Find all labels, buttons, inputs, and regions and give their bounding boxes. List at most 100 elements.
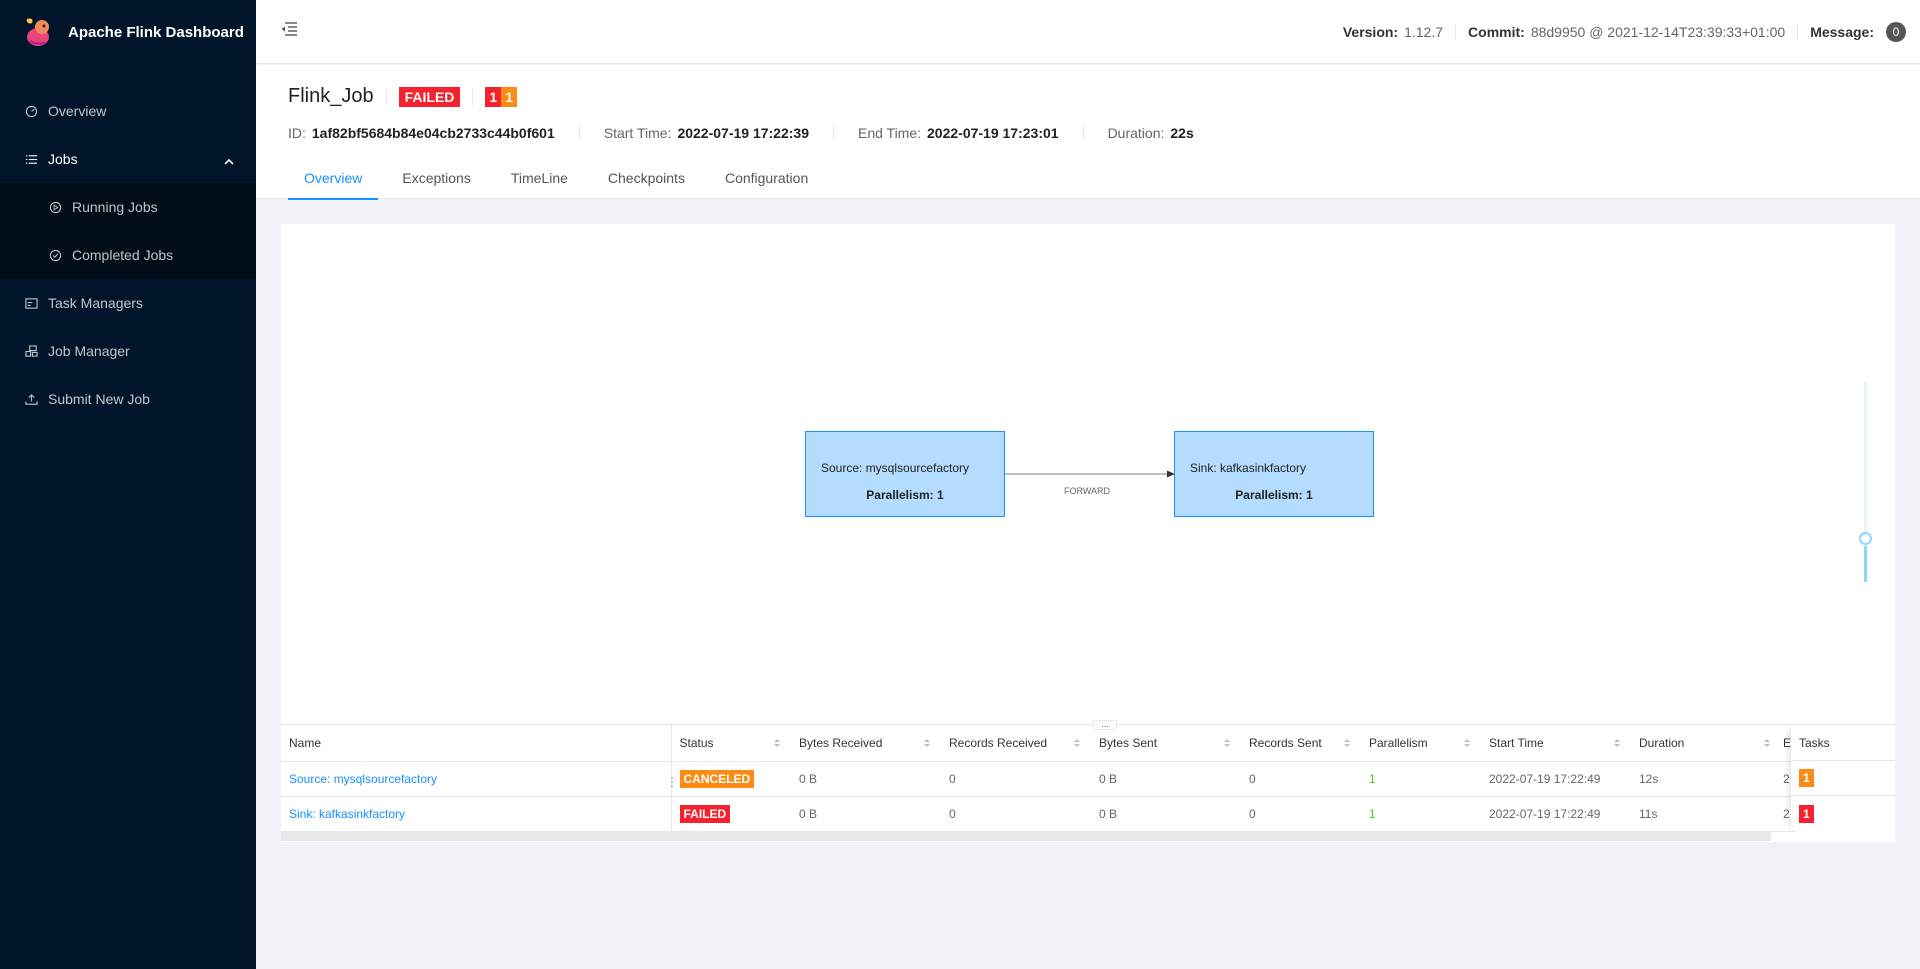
horizontal-scrollbar[interactable]: [281, 831, 1771, 841]
table-row[interactable]: Source: mysqlsourcefactory CANCELED 0 B …: [281, 761, 1795, 797]
tab-configuration[interactable]: Configuration: [709, 170, 824, 200]
chevron-up-icon: [224, 153, 234, 169]
sort-icon[interactable]: [773, 737, 781, 749]
cell-records-sent: 0: [1241, 796, 1361, 832]
job-end-time: End Time: 2022-07-19 17:23:01: [858, 125, 1059, 141]
job-status-badge: FAILED: [398, 86, 461, 107]
job-name: Flink_Job: [288, 85, 374, 107]
logo[interactable]: Apache Flink Dashboard: [0, 0, 256, 64]
tab-checkpoints[interactable]: Checkpoints: [592, 170, 701, 200]
graph-node-sink[interactable]: Sink: kafkasinkfactory Parallelism: 1: [1174, 431, 1374, 517]
vertex-link[interactable]: Sink: kafkasinkfactory: [289, 807, 405, 821]
sort-icon[interactable]: [1463, 737, 1471, 749]
divider: [472, 88, 474, 105]
job-duration: Duration: 22s: [1108, 125, 1194, 141]
status-badge: FAILED: [679, 804, 731, 823]
zoom-slider-handle[interactable]: [1859, 532, 1872, 545]
job-start-time: Start Time: 2022-07-19 17:22:39: [604, 125, 809, 141]
cell-duration: 11s: [1631, 796, 1781, 832]
end-time-value: 2022-07-19 17:23:01: [927, 125, 1059, 141]
header-info: Version: 1.12.7 Commit: 88d9950 @ 2021-1…: [1331, 0, 1920, 64]
column-resize-grip[interactable]: ⋮: [666, 775, 678, 789]
duration-label: Duration:: [1107, 125, 1165, 141]
graph-edge-label: FORWARD: [1064, 486, 1110, 496]
col-header-records-received[interactable]: Records Received: [941, 725, 1091, 762]
commit-value: 88d9950 @ 2021-12-14T23:39:33+01:00: [1530, 24, 1786, 40]
col-header-parallelism[interactable]: Parallelism: [1361, 725, 1481, 762]
sidebar-item-jobs[interactable]: Jobs: [0, 135, 256, 183]
node-parallelism: Parallelism: 1: [866, 488, 944, 502]
sidebar-menu: Overview Jobs Running Jobs Completed Job…: [0, 87, 256, 423]
cell-name[interactable]: Source: mysqlsourcefactory: [281, 761, 672, 797]
table-header-row: Name Status Bytes Received Records Recei…: [281, 725, 1795, 762]
version-value: 1.12.7: [1404, 24, 1444, 40]
tab-timeline[interactable]: TimeLine: [495, 170, 584, 200]
zoom-slider-fill: [1864, 546, 1867, 582]
cell-status: FAILED: [671, 796, 791, 832]
tab-overview[interactable]: Overview: [288, 170, 379, 200]
sort-icon[interactable]: [1763, 737, 1771, 749]
sidebar-item-submit-new-job[interactable]: Submit New Job: [0, 375, 256, 423]
table-row[interactable]: Sink: kafkasinkfactory FAILED 0 B 0 0 B …: [281, 796, 1795, 832]
col-header-duration[interactable]: Duration: [1631, 725, 1781, 762]
schedule-icon: [24, 296, 38, 310]
cell-parallelism: 1: [1361, 796, 1481, 832]
tab-exceptions[interactable]: Exceptions: [386, 170, 486, 200]
duration-value: 22s: [1170, 125, 1194, 141]
cell-tasks: 1: [1791, 796, 1895, 831]
node-name: Sink: kafkasinkfactory: [1190, 461, 1307, 475]
message-info[interactable]: Message: 0: [1798, 22, 1920, 42]
col-header-start-time[interactable]: Start Time: [1481, 725, 1631, 762]
failed-count-badge: 1: [485, 86, 502, 107]
job-id: ID: 1af82bf5684b84e04cb2733c44b0f601: [288, 125, 555, 141]
sort-icon[interactable]: [1343, 737, 1351, 749]
job-graph[interactable]: Source: mysqlsourcefactory Parallelism: …: [281, 224, 1895, 724]
task-count-badge: 1: [1799, 804, 1814, 823]
job-title-row: Flink_Job FAILED 11: [288, 85, 517, 108]
start-time-value: 2022-07-19 17:22:39: [677, 125, 809, 141]
sidebar-item-label: Job Manager: [48, 343, 130, 359]
cell-records-received: 0: [941, 761, 1091, 797]
sidebar-item-label: Submit New Job: [48, 391, 150, 407]
message-label: Message:: [1810, 24, 1874, 40]
vertex-table: ... Name Status Bytes Received Records R…: [281, 720, 1895, 842]
sort-icon[interactable]: [1073, 737, 1081, 749]
tasks-column: Tasks 1 1: [1791, 725, 1895, 831]
graph-node-source[interactable]: Source: mysqlsourcefactory Parallelism: …: [805, 431, 1005, 517]
col-header-bytes-received[interactable]: Bytes Received: [791, 725, 941, 762]
cell-name[interactable]: Sink: kafkasinkfactory: [281, 796, 672, 832]
col-header-records-sent[interactable]: Records Sent: [1241, 725, 1361, 762]
sidebar-item-label: Running Jobs: [72, 199, 158, 215]
cell-parallelism: 1: [1361, 761, 1481, 797]
col-header-bytes-sent[interactable]: Bytes Sent: [1091, 725, 1241, 762]
start-time-label: Start Time:: [603, 125, 672, 141]
canceled-count-badge: 1: [501, 86, 517, 107]
cell-bytes-received: 0 B: [791, 796, 941, 832]
vertex-link[interactable]: Source: mysqlsourcefactory: [289, 772, 437, 786]
sort-icon[interactable]: [923, 737, 931, 749]
sidebar-item-overview[interactable]: Overview: [0, 87, 256, 135]
dashboard-icon: [24, 104, 38, 118]
sort-icon[interactable]: [1223, 737, 1231, 749]
check-circle-icon: [48, 248, 62, 262]
cell-bytes-received: 0 B: [791, 761, 941, 797]
status-badge: CANCELED: [679, 769, 755, 788]
sidebar-item-label: Jobs: [48, 151, 78, 167]
zoom-slider[interactable]: [1859, 382, 1872, 582]
sidebar-item-label: Completed Jobs: [72, 247, 174, 263]
sidebar-item-label: Overview: [48, 103, 107, 119]
sidebar-item-job-manager[interactable]: Job Manager: [0, 327, 256, 375]
sidebar-item-task-managers[interactable]: Task Managers: [0, 279, 256, 327]
cell-tasks: 1: [1791, 761, 1895, 796]
list-icon: [24, 152, 38, 166]
menu-fold-icon[interactable]: [280, 20, 298, 38]
job-id-value: 1af82bf5684b84e04cb2733c44b0f601: [311, 125, 555, 141]
col-header-status[interactable]: Status: [671, 725, 791, 762]
sidebar-item-running-jobs[interactable]: Running Jobs: [0, 183, 256, 231]
sidebar-item-completed-jobs[interactable]: Completed Jobs: [0, 231, 256, 279]
sort-icon[interactable]: [1613, 737, 1621, 749]
message-count-badge[interactable]: 0: [1886, 22, 1906, 42]
task-count-badges: 11: [485, 86, 517, 107]
graph-edge-arrow: [1005, 470, 1175, 478]
divider: [385, 88, 387, 105]
